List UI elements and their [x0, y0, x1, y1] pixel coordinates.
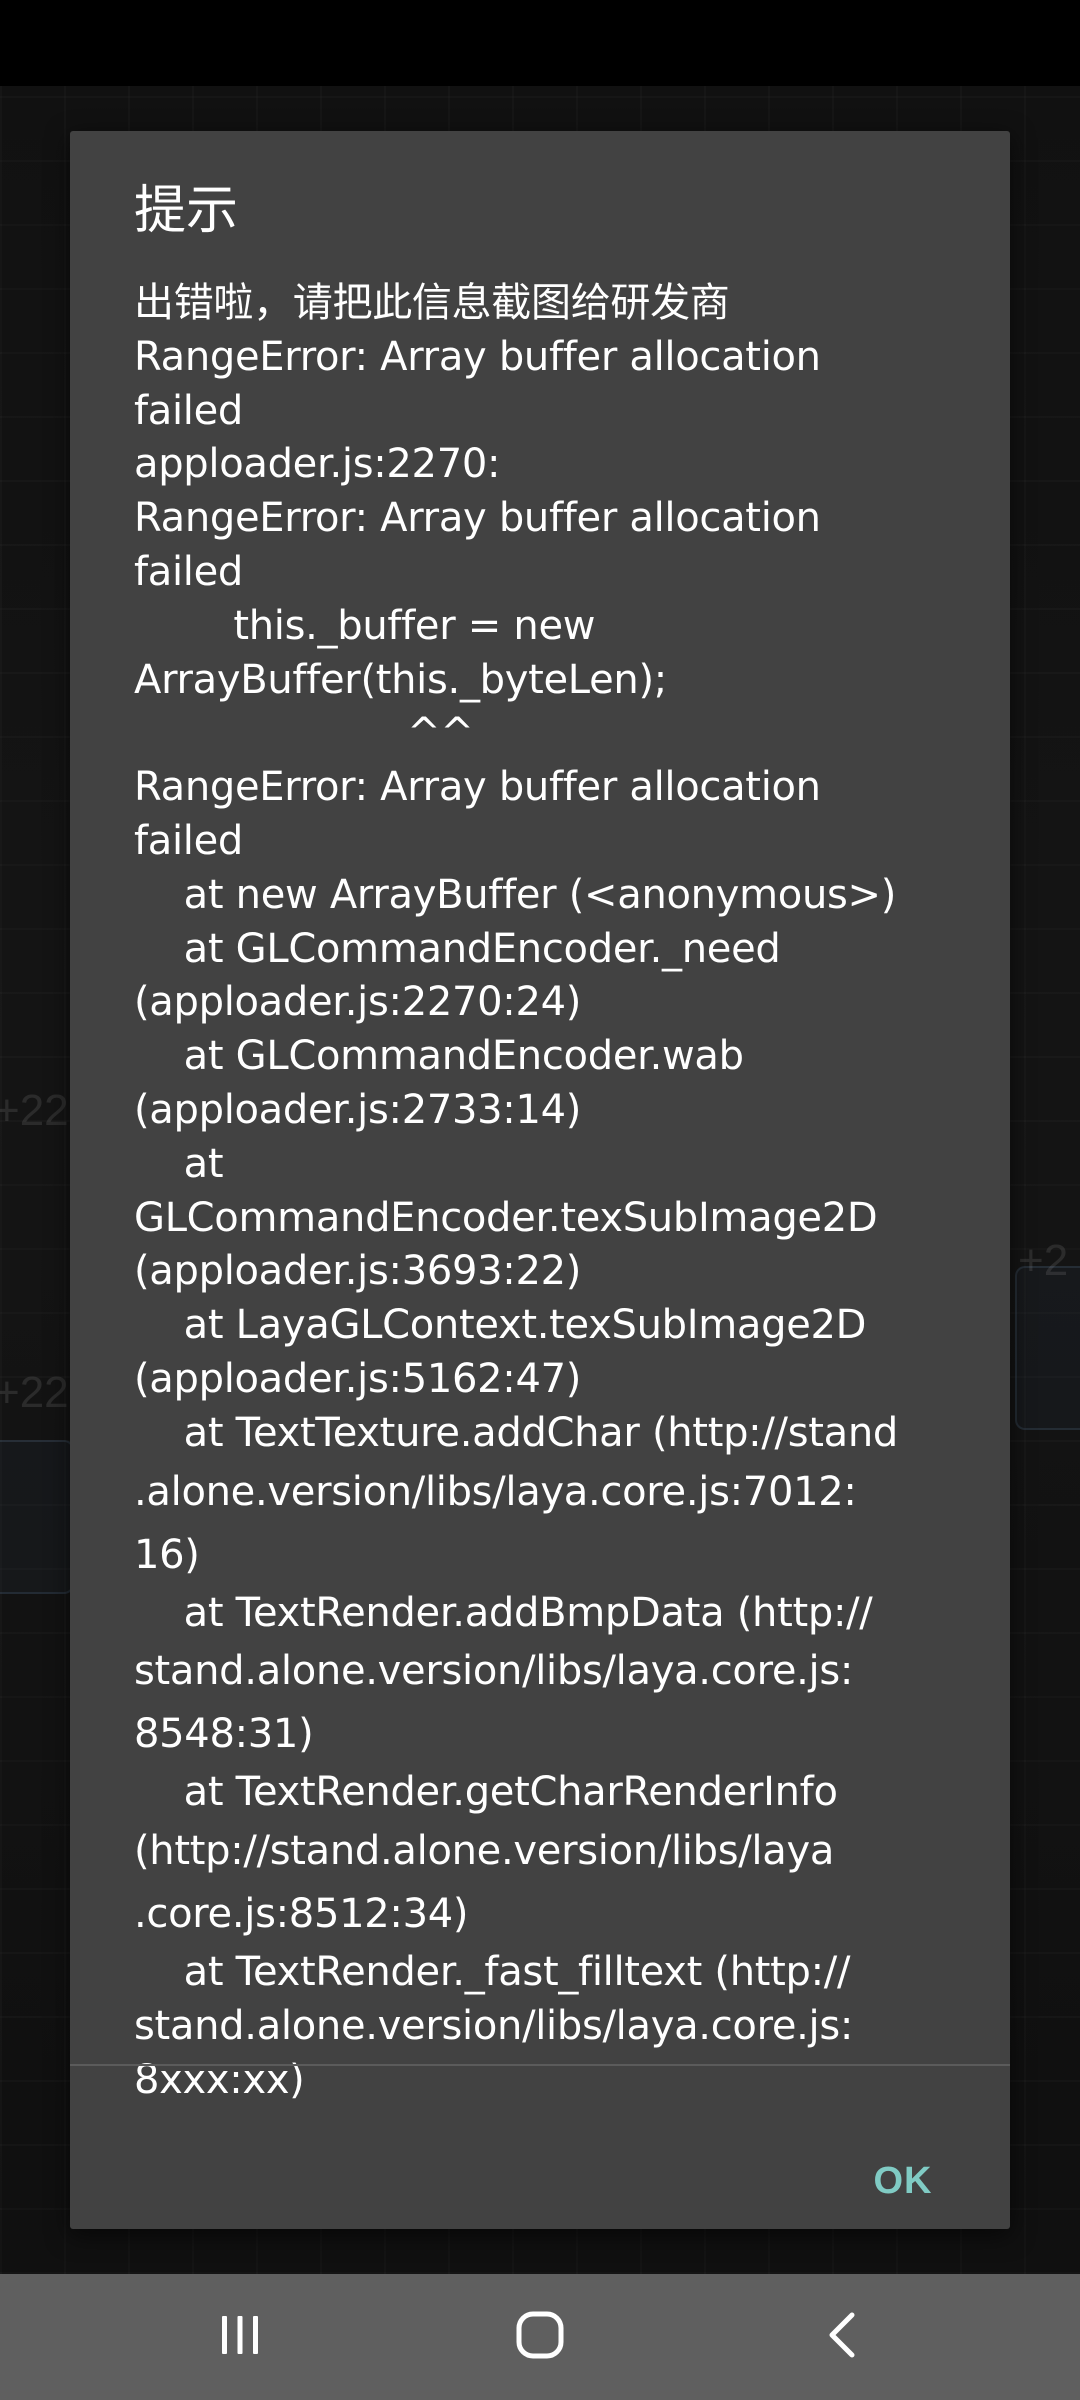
back-button[interactable]	[742, 2274, 942, 2400]
message-line: at GLCommandEncoder.wab	[134, 1033, 744, 1080]
message-line: RangeError: Array buffer allocation	[134, 333, 821, 380]
message-line: (apploader.js:2270:24)	[134, 979, 582, 1026]
message-line: stand.alone.version/libs/laya.core.js:	[134, 1648, 854, 1695]
message-line: 出错啦，请把此信息截图给研发商	[134, 280, 730, 326]
message-line: at TextRender.addBmpData (http://	[134, 1589, 873, 1636]
message-line: (apploader.js:5162:47)	[134, 1355, 582, 1402]
screen: +22 +22 +2 提示 出错啦，请把此信息截图给研发商 RangeError:…	[0, 0, 1080, 2400]
message-line: at TextRender._fast_filltext (http://	[134, 1949, 851, 1996]
message-line: at GLCommandEncoder._need	[134, 925, 781, 972]
recents-button[interactable]	[140, 2274, 340, 2400]
dialog-divider	[70, 2064, 1010, 2066]
message-line: ^^	[134, 710, 474, 757]
message-line: 8548:31)	[134, 1711, 314, 1758]
message-line: at	[134, 1140, 224, 1187]
message-line: at LayaGLContext.texSubImage2D	[134, 1302, 867, 1349]
message-line: 16)	[134, 1531, 200, 1578]
message-line: failed	[134, 387, 244, 434]
message-line: 8xxx:xx)	[134, 2056, 305, 2103]
dialog-message[interactable]: 出错啦，请把此信息截图给研发商 RangeError: Array buffer …	[134, 277, 994, 2197]
message-line: ArrayBuffer(this._byteLen);	[134, 656, 667, 703]
message-line: failed	[134, 817, 244, 864]
error-dialog: 提示 出错啦，请把此信息截图给研发商 RangeError: Array buff…	[70, 131, 1010, 2229]
message-line: apploader.js:2270:	[134, 441, 501, 488]
message-line: (http://stand.alone.version/libs/laya	[134, 1828, 835, 1875]
message-line: at TextTexture.addChar (http://stand	[134, 1409, 899, 1456]
message-line: GLCommandEncoder.texSubImage2D	[134, 1194, 878, 1241]
message-line: failed	[134, 548, 244, 595]
ok-button[interactable]: OK	[858, 2139, 948, 2223]
message-line: at TextRender.getCharRenderInfo	[134, 1769, 838, 1816]
message-line: at new ArrayBuffer (<anonymous>)	[134, 871, 897, 918]
message-line: .alone.version/libs/laya.core.js:7012:	[134, 1468, 857, 1515]
home-button[interactable]	[440, 2274, 640, 2400]
recents-icon	[218, 2313, 262, 2362]
dialog-title: 提示	[134, 181, 239, 241]
message-line: (apploader.js:3693:22)	[134, 1248, 582, 1295]
message-line: (apploader.js:2733:14)	[134, 1086, 582, 1133]
message-line: stand.alone.version/libs/laya.core.js:	[134, 2002, 854, 2049]
navigation-bar	[0, 2274, 1080, 2400]
back-icon	[824, 2311, 860, 2364]
message-line: RangeError: Array buffer allocation	[134, 495, 821, 542]
home-icon	[516, 2311, 564, 2364]
message-line: RangeError: Array buffer allocation	[134, 764, 821, 811]
message-line: .core.js:8512:34)	[134, 1891, 469, 1938]
message-line: this._buffer = new	[134, 602, 596, 649]
